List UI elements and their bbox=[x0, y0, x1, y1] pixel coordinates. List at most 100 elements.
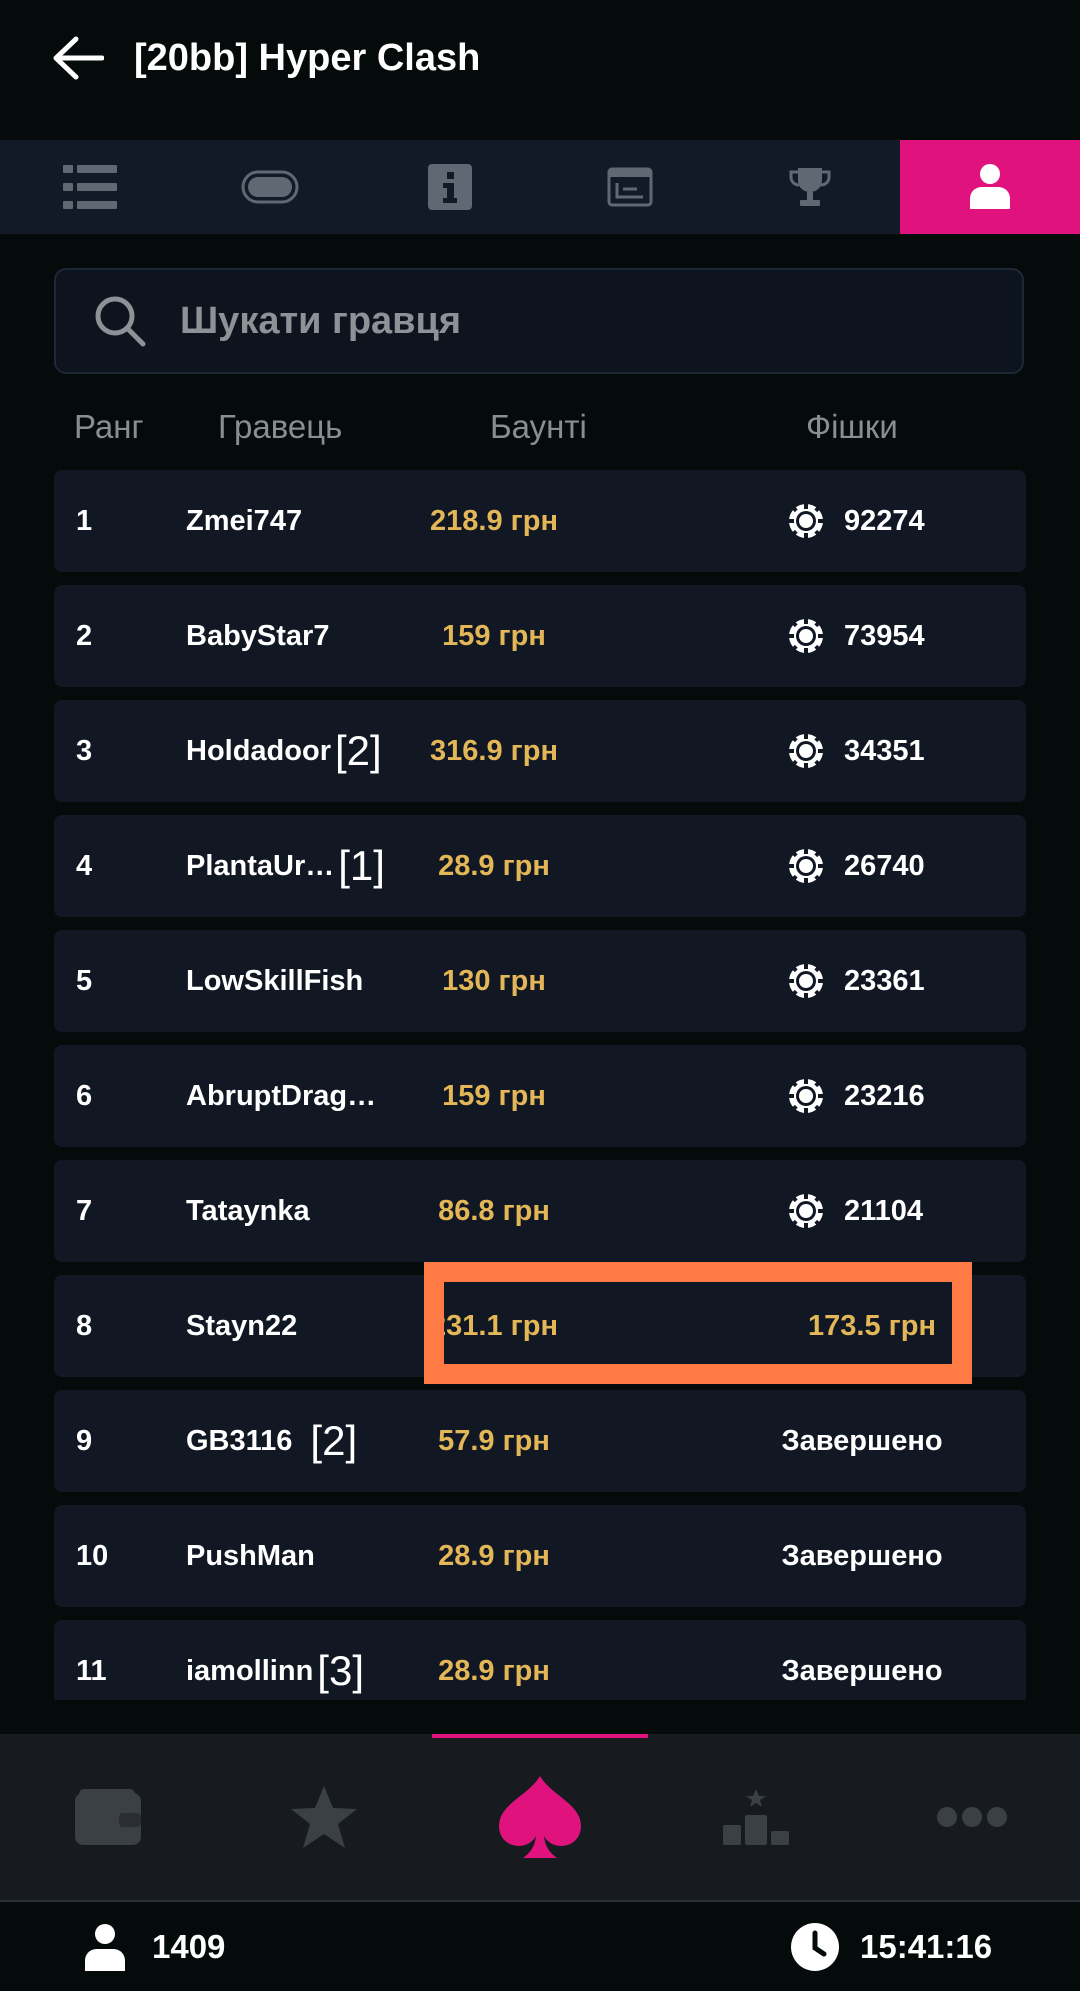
arrow-left-icon bbox=[53, 36, 104, 80]
chip-icon bbox=[788, 733, 824, 769]
tab-players[interactable] bbox=[900, 140, 1080, 234]
nav-more[interactable] bbox=[864, 1734, 1080, 1900]
column-headers: Ранг Гравець Баунті Фішки bbox=[0, 400, 1080, 454]
chip-icon bbox=[788, 503, 824, 539]
search-icon bbox=[92, 293, 148, 349]
tab-table-view[interactable] bbox=[180, 140, 360, 234]
row-player: AbruptDrag… bbox=[186, 1045, 376, 1147]
more-icon bbox=[937, 1807, 1007, 1827]
row-status: Завершено bbox=[781, 1655, 943, 1687]
back-button[interactable] bbox=[48, 30, 108, 86]
table-row[interactable]: 5 LowSkillFish 130 грн 23361 bbox=[54, 930, 1026, 1032]
table-row[interactable]: 8 Stayn22 231.1 грн 173.5 грн bbox=[54, 1275, 1026, 1377]
spade-icon bbox=[499, 1776, 581, 1858]
nav-leaderboard[interactable] bbox=[648, 1734, 864, 1900]
table-row[interactable]: 2 BabyStar7 159 грн 73954 bbox=[54, 585, 1026, 687]
row-player: Tataynka bbox=[186, 1160, 310, 1262]
player-name: AbruptDrag… bbox=[186, 1080, 377, 1112]
table-row[interactable]: 11 iamollinn [3] 28.9 грн Завершено bbox=[54, 1620, 1026, 1700]
player-tag: [1] bbox=[338, 842, 385, 889]
chip-count: 21104 bbox=[844, 1194, 924, 1227]
page-title: [20bb] Hyper Clash bbox=[134, 37, 481, 79]
player-tag: [2] bbox=[310, 1417, 358, 1464]
player-name: PushMan bbox=[186, 1540, 315, 1572]
user-icon bbox=[85, 1924, 125, 1971]
row-rank: 2 bbox=[76, 620, 93, 652]
row-chips: 26740 bbox=[788, 815, 925, 917]
chip-icon bbox=[788, 848, 824, 884]
row-player: Zmei747 bbox=[186, 470, 302, 572]
row-status: Завершено bbox=[781, 1425, 943, 1457]
trophy-icon bbox=[789, 168, 831, 206]
table-row[interactable]: 10 PushMan 28.9 грн Завершено bbox=[54, 1505, 1026, 1607]
row-bounty: 28.9 грн bbox=[438, 1540, 550, 1572]
search-input[interactable] bbox=[178, 298, 982, 344]
nav-wallet[interactable] bbox=[0, 1734, 216, 1900]
column-rank: Ранг bbox=[74, 408, 144, 445]
tab-structure[interactable] bbox=[540, 140, 720, 234]
column-chips: Фішки bbox=[806, 408, 898, 445]
row-rank: 6 bbox=[76, 1080, 93, 1112]
table-row[interactable]: 4 PlantaUr… [1] 28.9 грн 26740 bbox=[54, 815, 1026, 917]
player-name: LowSkillFish bbox=[186, 965, 364, 997]
row-player: LowSkillFish bbox=[186, 930, 363, 1032]
row-bounty: 159 грн bbox=[442, 1080, 546, 1112]
row-rank: 5 bbox=[76, 965, 93, 997]
chip-count: 26740 bbox=[844, 849, 925, 882]
row-bounty: 316.9 грн bbox=[430, 735, 558, 767]
bottom-nav bbox=[0, 1734, 1080, 1900]
player-name: BabyStar7 bbox=[186, 620, 330, 652]
tab-info[interactable] bbox=[360, 140, 540, 234]
table-row[interactable]: 3 Holdadoor [2] 316.9 грн 34351 bbox=[54, 700, 1026, 802]
row-status: Завершено bbox=[781, 1540, 943, 1572]
leaderboard-icon bbox=[723, 1789, 789, 1845]
row-chips: 92274 bbox=[788, 470, 925, 572]
row-chips: 23361 bbox=[788, 930, 925, 1032]
row-chips: 23216 bbox=[788, 1045, 925, 1147]
chip-count: 23361 bbox=[844, 964, 925, 997]
chip-icon bbox=[788, 1193, 824, 1229]
header: [20bb] Hyper Clash bbox=[0, 0, 1080, 140]
row-bounty: 218.9 грн bbox=[430, 505, 558, 537]
player-name: Holdadoor bbox=[186, 735, 331, 767]
tab-prizes[interactable] bbox=[720, 140, 900, 234]
player-name: GB3116 bbox=[186, 1425, 293, 1457]
nav-poker[interactable] bbox=[432, 1734, 648, 1900]
row-player: GB3116 [2] bbox=[186, 1390, 357, 1492]
table-row[interactable]: 6 AbruptDrag… 159 грн 23216 bbox=[54, 1045, 1026, 1147]
row-rank: 3 bbox=[76, 735, 93, 767]
info-icon bbox=[428, 164, 472, 210]
row-player: Holdadoor [2] bbox=[186, 700, 382, 802]
online-players: 1409 bbox=[84, 1920, 225, 1974]
chip-icon bbox=[788, 963, 824, 999]
table-row[interactable]: 1 Zmei747 218.9 грн 92274 bbox=[54, 470, 1026, 572]
tab-tables[interactable] bbox=[0, 140, 180, 234]
user-icon bbox=[970, 164, 1010, 209]
row-player: PushMan bbox=[186, 1505, 315, 1607]
current-time: 15:41:16 bbox=[860, 1928, 993, 1965]
nav-favorites[interactable] bbox=[216, 1734, 432, 1900]
table-row[interactable]: 9 GB3116 [2] 57.9 грн Завершено bbox=[54, 1390, 1026, 1492]
row-bounty: 57.9 грн bbox=[438, 1425, 550, 1457]
column-bounty: Баунті bbox=[490, 408, 587, 445]
tab-bar bbox=[0, 140, 1080, 234]
row-bounty: 159 грн bbox=[442, 620, 546, 652]
chip-count: 92274 bbox=[844, 504, 925, 537]
player-name: iamollinn bbox=[186, 1655, 314, 1687]
row-player: iamollinn [3] bbox=[186, 1620, 364, 1700]
online-count: 1409 bbox=[152, 1928, 226, 1965]
row-bounty: 130 грн bbox=[442, 965, 546, 997]
row-prize: 173.5 грн bbox=[808, 1310, 936, 1342]
chip-count: 34351 bbox=[844, 734, 925, 767]
list-icon bbox=[63, 165, 117, 209]
row-player: PlantaUr… [1] bbox=[186, 815, 385, 917]
table-pill-icon bbox=[241, 170, 299, 204]
table-row[interactable]: 7 Tataynka 86.8 грн 21104 bbox=[54, 1160, 1026, 1262]
row-player: Stayn22 bbox=[186, 1275, 297, 1377]
status-bar: 1409 15:41:16 bbox=[0, 1902, 1080, 1991]
clock: 15:41:16 bbox=[790, 1920, 992, 1974]
player-tag: [3] bbox=[317, 1647, 364, 1694]
row-player: BabyStar7 bbox=[186, 585, 329, 687]
player-search[interactable] bbox=[54, 268, 1024, 374]
chip-icon bbox=[788, 1078, 824, 1114]
